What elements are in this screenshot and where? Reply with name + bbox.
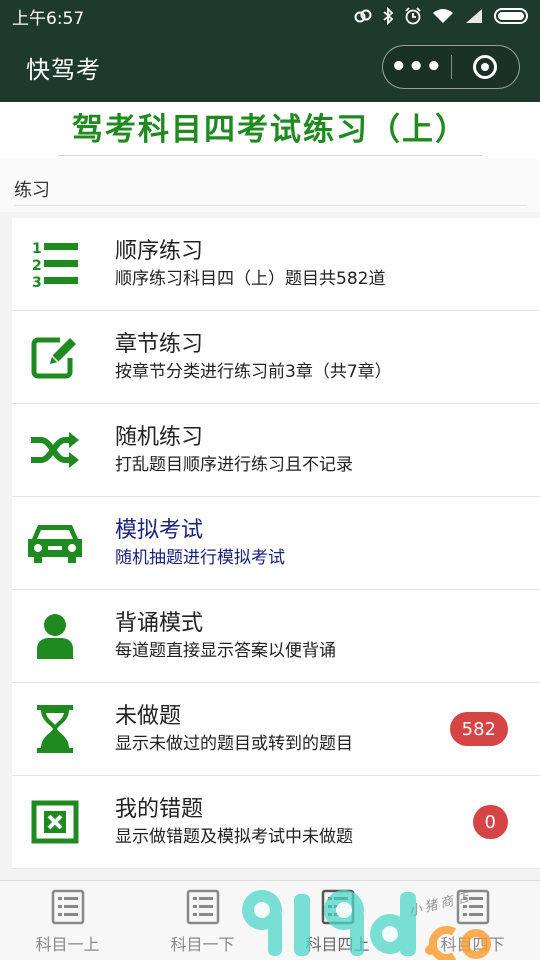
menu-item-wrong[interactable]: 我的错题 显示做错题及模拟考试中未做题 0	[12, 776, 540, 869]
menu-title: 模拟考试	[115, 518, 204, 543]
wrong-count-badge: 0	[472, 805, 508, 839]
hourglass-icon	[12, 683, 104, 776]
practice-menu: 123 顺序练习 顺序练习科目四（上）题目共582道 章节练习 按章节分类进行练…	[12, 218, 540, 869]
menu-subtitle: 随机抽题进行模拟考试	[115, 548, 285, 568]
edit-icon	[12, 311, 104, 404]
menu-item-sequential[interactable]: 123 顺序练习 顺序练习科目四（上）题目共582道	[12, 218, 540, 311]
app-title: 快驾考	[26, 55, 101, 84]
tab-label: 科目一上	[35, 935, 100, 954]
banner-title: 驾考科目四考试练习（上）	[58, 104, 482, 156]
tab-subject-4-part-2[interactable]: 科目四下	[405, 881, 540, 960]
tab-subject-4-part-1[interactable]: 科目四上	[270, 881, 405, 960]
svg-text:2: 2	[32, 258, 42, 274]
mini-program-capsule: •••	[382, 45, 520, 89]
tab-label: 科目一下	[170, 935, 235, 954]
svg-text:1: 1	[32, 241, 42, 257]
signal-icon	[466, 9, 482, 23]
error-box-icon	[12, 776, 104, 869]
menu-item-mock-exam[interactable]: 模拟考试 随机抽题进行模拟考试	[12, 497, 540, 590]
title-bar: 快驾考 •••	[0, 32, 540, 102]
menu-subtitle: 打乱题目顺序进行练习且不记录	[115, 455, 353, 475]
more-button[interactable]: •••	[383, 46, 451, 88]
numbered-list-icon: 123	[12, 218, 104, 311]
status-time: 上午6:57	[12, 8, 85, 29]
bluetooth-icon	[383, 7, 394, 25]
menu-title: 随机练习	[115, 425, 204, 450]
link-icon	[354, 9, 372, 23]
menu-subtitle: 按章节分类进行练习前3章（共7章）	[115, 362, 392, 382]
status-bar: 上午6:57	[0, 0, 540, 32]
clock-icon	[405, 7, 421, 25]
tab-label: 科目四下	[440, 935, 505, 954]
battery-icon	[494, 8, 528, 24]
shuffle-icon	[12, 404, 104, 497]
close-button[interactable]	[452, 46, 520, 88]
status-icons	[354, 7, 528, 25]
car-icon	[12, 497, 104, 590]
user-icon	[12, 590, 104, 683]
banner: 驾考科目四考试练习（上）	[0, 102, 540, 158]
tab-bar: 科目一上 科目一下 科目四上 科目四下	[0, 880, 540, 960]
menu-subtitle: 每道题直接显示答案以便背诵	[115, 641, 336, 661]
svg-text:3: 3	[32, 275, 42, 288]
menu-item-chapter[interactable]: 章节练习 按章节分类进行练习前3章（共7章）	[12, 311, 540, 404]
list-doc-icon	[51, 889, 84, 925]
menu-item-undone[interactable]: 未做题 显示未做过的题目或转到的题目 582	[12, 683, 540, 776]
menu-title: 背诵模式	[115, 611, 204, 636]
wifi-icon	[433, 9, 453, 23]
list-doc-icon	[186, 889, 219, 925]
target-icon	[473, 55, 498, 79]
list-doc-icon	[321, 889, 354, 925]
menu-subtitle: 顺序练习科目四（上）题目共582道	[115, 269, 386, 289]
section-title: 练习	[14, 180, 50, 201]
tab-label: 科目四上	[305, 935, 370, 954]
menu-title: 章节练习	[115, 332, 204, 357]
undone-count-badge: 582	[449, 712, 508, 746]
list-doc-icon	[456, 889, 489, 925]
menu-item-recite[interactable]: 背诵模式 每道题直接显示答案以便背诵	[12, 590, 540, 683]
section-header: 练习	[0, 158, 540, 212]
tab-subject-1-part-2[interactable]: 科目一下	[135, 881, 270, 960]
menu-item-random[interactable]: 随机练习 打乱题目顺序进行练习且不记录	[12, 404, 540, 497]
tab-subject-1-part-1[interactable]: 科目一上	[0, 881, 135, 960]
menu-title: 顺序练习	[115, 239, 204, 264]
